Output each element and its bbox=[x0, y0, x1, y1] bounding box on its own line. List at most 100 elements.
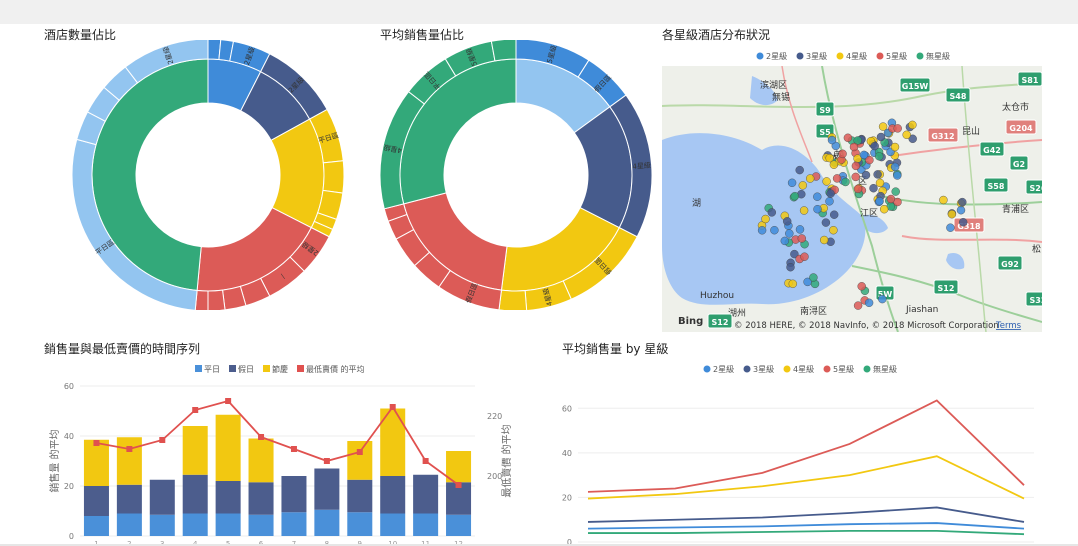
map-terms-link[interactable]: Terms bbox=[995, 321, 1022, 331]
ts-bar-節慶[interactable] bbox=[182, 426, 208, 475]
hotel-marker[interactable] bbox=[946, 223, 955, 232]
line-series-無星級[interactable] bbox=[588, 529, 1025, 536]
ts-bar-平日[interactable] bbox=[83, 516, 109, 536]
ts-bar-平日[interactable] bbox=[281, 512, 307, 536]
outer-slice[interactable] bbox=[498, 289, 528, 310]
hotel-marker[interactable] bbox=[826, 189, 835, 198]
hotel-marker[interactable] bbox=[879, 204, 889, 214]
hotel-marker[interactable] bbox=[870, 141, 879, 151]
hotel-marker[interactable] bbox=[821, 218, 831, 227]
ts-bar-平日[interactable] bbox=[248, 514, 274, 536]
ts-price-marker[interactable] bbox=[356, 449, 363, 455]
hotel-marker[interactable] bbox=[873, 170, 882, 179]
hotel-marker[interactable] bbox=[891, 187, 900, 196]
ts-bar-假日[interactable] bbox=[413, 474, 439, 514]
hotel-marker[interactable] bbox=[859, 150, 869, 160]
ts-bar-平日[interactable] bbox=[215, 513, 241, 537]
ts-bar-假日[interactable] bbox=[314, 468, 340, 510]
hotel-marker[interactable] bbox=[838, 149, 847, 159]
ts-bar-平日[interactable] bbox=[314, 509, 340, 536]
hotel-marker[interactable] bbox=[809, 273, 818, 282]
avg-sales-share-donut[interactable]: 5星級假日區4星級假日區4星級假日區4星級平日區5星級 bbox=[370, 40, 660, 310]
hotel-marker[interactable] bbox=[797, 234, 807, 243]
ts-price-marker[interactable] bbox=[159, 437, 166, 443]
hotel-marker[interactable] bbox=[819, 235, 829, 245]
ts-bar-平日[interactable] bbox=[413, 513, 439, 537]
hotel-marker[interactable] bbox=[876, 132, 886, 142]
ts-bar-假日[interactable] bbox=[116, 484, 142, 514]
ts-bar-節慶[interactable] bbox=[347, 441, 373, 480]
hotel-marker[interactable] bbox=[853, 184, 863, 194]
hotel-marker[interactable] bbox=[959, 217, 968, 227]
hotel-marker[interactable] bbox=[761, 214, 770, 224]
ts-bar-假日[interactable] bbox=[281, 476, 307, 513]
ts-price-marker[interactable] bbox=[93, 440, 100, 446]
hotel-marker[interactable] bbox=[813, 192, 822, 201]
hotel-marker[interactable] bbox=[795, 225, 805, 234]
hotel-marker[interactable] bbox=[795, 165, 804, 175]
ts-bar-平日[interactable] bbox=[149, 514, 175, 536]
ts-bar-節慶[interactable] bbox=[215, 414, 241, 481]
ts-bar-假日[interactable] bbox=[380, 476, 406, 514]
line-series-3星級[interactable] bbox=[587, 506, 1025, 523]
hotel-marker[interactable] bbox=[782, 217, 792, 226]
outer-slice[interactable] bbox=[207, 289, 226, 310]
ts-bar-平日[interactable] bbox=[380, 513, 406, 537]
ts-bar-假日[interactable] bbox=[182, 474, 208, 514]
hotel-marker[interactable] bbox=[841, 177, 850, 187]
hotel-marker[interactable] bbox=[825, 197, 834, 206]
ts-bar-節慶[interactable] bbox=[248, 438, 274, 483]
hotel-marker[interactable] bbox=[939, 195, 948, 205]
hotel-marker[interactable] bbox=[875, 196, 884, 206]
hotel-marker[interactable] bbox=[849, 142, 859, 152]
hotel-marker[interactable] bbox=[787, 178, 797, 188]
ts-bar-假日[interactable] bbox=[83, 486, 109, 516]
hotel-marker[interactable] bbox=[857, 282, 866, 291]
hotel-marker[interactable] bbox=[770, 225, 779, 235]
ts-price-marker[interactable] bbox=[192, 407, 199, 413]
hotel-marker[interactable] bbox=[757, 226, 767, 235]
hotel-map[interactable]: 滨湖区 無锡 太仓市 昆山 青浦区 湖州 南浔区 Huzhou Jiashan 松太湖苏区江区 S8… bbox=[662, 66, 1042, 332]
hotel-marker[interactable] bbox=[886, 194, 896, 204]
line-series-5星級[interactable] bbox=[587, 399, 1025, 493]
ts-bar-平日[interactable] bbox=[446, 514, 472, 536]
hotel-marker[interactable] bbox=[893, 171, 902, 180]
line-series-2星級[interactable] bbox=[587, 522, 1025, 530]
ts-price-marker[interactable] bbox=[389, 404, 396, 410]
map-canvas[interactable]: 滨湖区無锡太仓市昆山青浦区湖州 南浔区HuzhouJiashan松太湖苏区江区S8… bbox=[662, 66, 1042, 332]
ts-bar-假日[interactable] bbox=[149, 479, 175, 515]
hotel-marker[interactable] bbox=[890, 162, 900, 172]
hotel-marker[interactable] bbox=[813, 204, 822, 214]
hotel-marker[interactable] bbox=[829, 210, 839, 219]
hotel-marker[interactable] bbox=[861, 170, 871, 180]
ts-bar-平日[interactable] bbox=[116, 513, 142, 537]
ts-price-marker[interactable] bbox=[225, 398, 232, 404]
hotel-marker[interactable] bbox=[878, 294, 887, 304]
hotel-marker[interactable] bbox=[843, 133, 853, 143]
line-series-4星級[interactable] bbox=[587, 455, 1025, 500]
ts-bar-平日[interactable] bbox=[347, 512, 373, 536]
avg-sales-line-chart[interactable]: 2星級 3星級 4星級 5星級 無星級0204060 bbox=[552, 360, 1052, 546]
hotel-marker[interactable] bbox=[869, 183, 878, 193]
hotel-marker[interactable] bbox=[790, 191, 800, 201]
hotel-count-donut[interactable]: 2星級2星級平日區2星級—平日區2星級 bbox=[30, 40, 360, 310]
hotel-marker[interactable] bbox=[890, 142, 900, 152]
hotel-marker[interactable] bbox=[851, 161, 861, 171]
hotel-marker[interactable] bbox=[853, 301, 863, 310]
hotel-marker[interactable] bbox=[908, 120, 917, 130]
hotel-marker[interactable] bbox=[947, 209, 957, 219]
ts-price-marker[interactable] bbox=[126, 446, 133, 452]
hotel-marker[interactable] bbox=[767, 208, 777, 217]
ts-price-marker[interactable] bbox=[323, 458, 330, 464]
ts-bar-節慶[interactable] bbox=[116, 437, 142, 485]
ts-price-marker[interactable] bbox=[258, 434, 265, 440]
ts-bar-平日[interactable] bbox=[182, 513, 208, 537]
outer-slice[interactable] bbox=[322, 160, 345, 194]
hotel-marker[interactable] bbox=[780, 236, 790, 246]
ts-price-marker[interactable] bbox=[290, 446, 297, 452]
hotel-marker[interactable] bbox=[799, 206, 809, 215]
hotel-marker[interactable] bbox=[829, 225, 838, 235]
ts-price-marker[interactable] bbox=[422, 458, 429, 464]
outer-slice[interactable] bbox=[490, 40, 517, 62]
hotel-marker[interactable] bbox=[788, 279, 798, 289]
